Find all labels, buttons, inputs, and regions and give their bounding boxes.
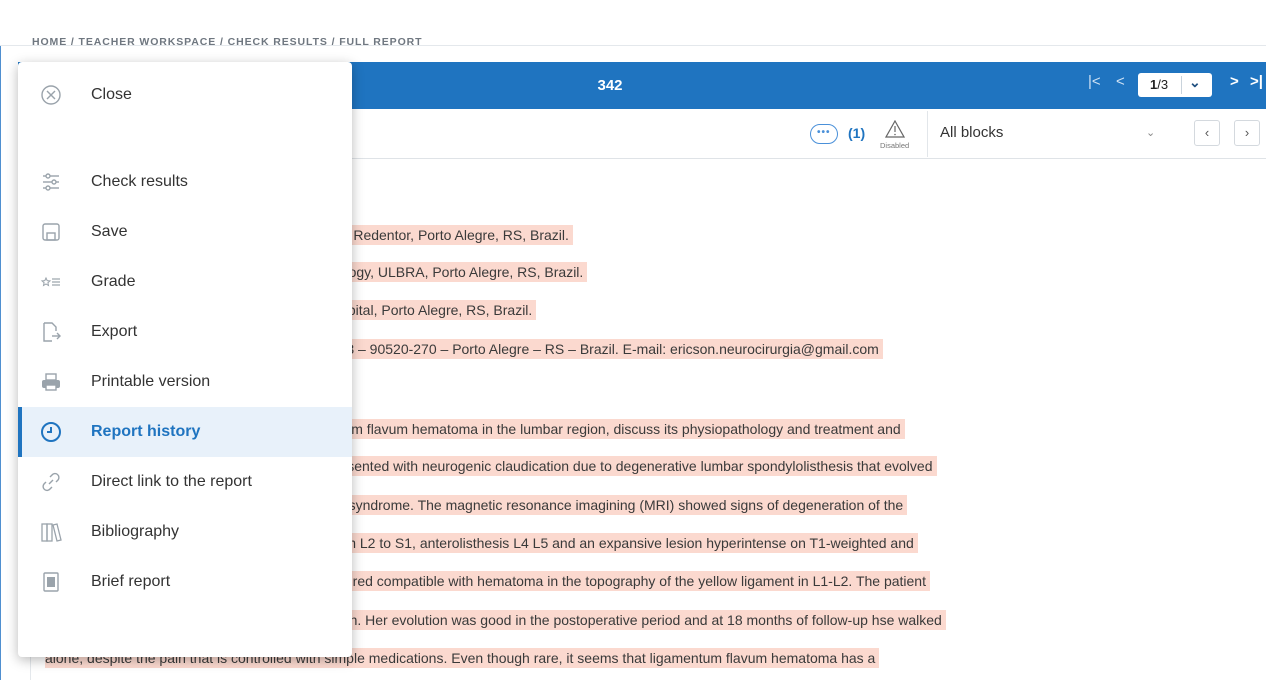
blocks-select-value: All blocks xyxy=(940,124,1004,141)
highlighted-text[interactable]: 1103 – 90520-270 – Porto Alegre – RS – B… xyxy=(324,339,883,359)
side-menu: Close Check results Save Grade Export Pr… xyxy=(18,62,352,657)
page-indicator: 1/3 xyxy=(1150,77,1168,92)
next-page-icon[interactable]: > xyxy=(1230,73,1239,90)
clock-icon xyxy=(41,422,61,442)
menu-item-label: Brief report xyxy=(91,573,171,590)
highlighted-text[interactable]: sidered compatible with hematoma in the … xyxy=(327,571,930,591)
menu-item-label: Bibliography xyxy=(91,523,180,540)
warning-label: Disabled xyxy=(880,141,910,150)
highlighted-text[interactable]: ina syndrome. The magnetic resonance ima… xyxy=(326,495,908,515)
menu-item-save[interactable]: Save xyxy=(18,207,352,257)
highlighted-text[interactable]: from L2 to S1, anterolisthesis L4 L5 and… xyxy=(328,533,918,553)
menu-item-printable-version[interactable]: Printable version xyxy=(18,357,352,407)
menu-item-check-results[interactable]: Check results xyxy=(18,157,352,207)
sliders-icon xyxy=(43,173,59,191)
document-icon xyxy=(43,572,59,592)
breadcrumb[interactable]: HOME / TEACHER WORKSPACE / CHECK RESULTS… xyxy=(32,36,422,48)
menu-item-brief-report[interactable]: Brief report xyxy=(18,557,352,607)
menu-item-close[interactable]: Close xyxy=(18,70,352,120)
report-number: 342 xyxy=(597,77,623,94)
menu-item-export[interactable]: Export xyxy=(18,307,352,357)
page-total: /3 xyxy=(1157,77,1169,92)
export-icon xyxy=(43,322,61,342)
menu-item-label: Check results xyxy=(91,173,188,190)
menu-item-label: Printable version xyxy=(91,373,211,390)
previous-page-icon[interactable]: < xyxy=(1116,73,1125,90)
chevron-down-icon[interactable]: ⌄ xyxy=(1146,126,1155,139)
warning-icon[interactable] xyxy=(885,120,905,138)
chevron-down-icon[interactable]: ⌄ xyxy=(1189,74,1201,91)
books-icon xyxy=(41,523,62,542)
highlighted-text[interactable]: entum flavum hematoma in the lumbar regi… xyxy=(324,419,905,439)
first-page-icon[interactable]: |< xyxy=(1088,73,1101,90)
close-icon xyxy=(41,85,61,105)
previous-block-button[interactable]: ‹ xyxy=(1194,120,1220,146)
menu-item-label: Close xyxy=(91,86,132,103)
menu-item-label: Direct link to the report xyxy=(91,473,252,490)
breadcrumb-bar: HOME / TEACHER WORKSPACE / CHECK RESULTS… xyxy=(0,0,1266,48)
next-block-button[interactable]: › xyxy=(1234,120,1260,146)
highlighted-text[interactable]: ation. Her evolution was good in the pos… xyxy=(327,610,946,630)
menu-item-label: Report history xyxy=(91,423,201,440)
page-divider xyxy=(1181,76,1182,94)
menu-item-report-history[interactable]: Report history xyxy=(18,407,352,457)
highlighted-text[interactable]: risto Redentor, Porto Alegre, RS, Brazil… xyxy=(323,225,573,245)
menu-item-direct-link[interactable]: Direct link to the report xyxy=(18,457,352,507)
link-icon xyxy=(42,472,60,492)
save-icon xyxy=(42,223,60,241)
menu-item-label: Export xyxy=(91,323,138,340)
highlighted-text[interactable]: atology, ULBRA, Porto Alegre, RS, Brazil… xyxy=(326,262,588,282)
menu-item-bibliography[interactable]: Bibliography xyxy=(18,507,352,557)
printer-icon xyxy=(42,373,60,391)
last-page-icon[interactable]: >| xyxy=(1250,73,1263,90)
grade-icon xyxy=(40,276,60,287)
menu-item-label: Save xyxy=(91,223,128,240)
highlighted-text[interactable]: presented with neurogenic claudication d… xyxy=(327,456,937,476)
menu-item-label: Grade xyxy=(91,273,136,290)
comment-icon[interactable]: ••• xyxy=(810,124,838,144)
comment-count[interactable]: (1) xyxy=(848,125,865,141)
highlighted-text[interactable]: Hospital, Porto Alegre, RS, Brazil. xyxy=(323,300,537,320)
menu-item-grade[interactable]: Grade xyxy=(18,257,352,307)
